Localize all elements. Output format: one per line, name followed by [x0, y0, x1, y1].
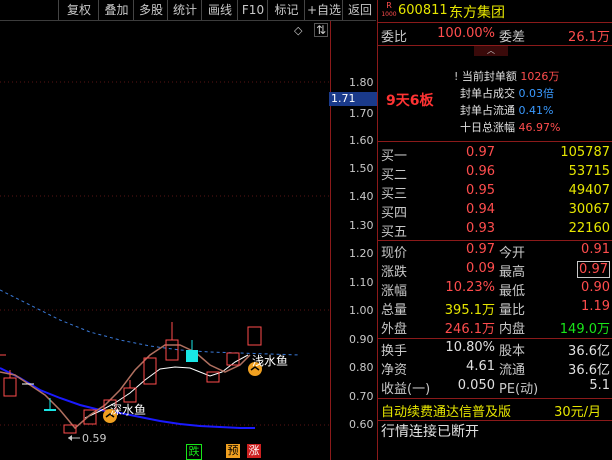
- stat-row: 涨幅 10.23% 最低 0.90: [381, 280, 610, 299]
- subscription-banner[interactable]: 自动续费通达信普及版 30元/月: [378, 401, 612, 421]
- subscription-price[interactable]: 30元/月: [554, 401, 601, 420]
- toolbar-stats-button[interactable]: 统计: [167, 0, 202, 20]
- axis-label: 1.60: [349, 134, 374, 147]
- ma-blue-line: [0, 367, 255, 429]
- axis-label: 1.10: [349, 276, 374, 289]
- toolbar-back-button[interactable]: 返回: [342, 0, 377, 20]
- stat-row: 总量 395.1万 量比 1.19: [381, 299, 610, 318]
- stat-row: 涨跌 0.09 最高 0.97: [381, 261, 610, 280]
- stat-row: 收益(一) 0.050 PE(动) 5.1: [381, 378, 610, 397]
- current-price-tag: 1.71: [329, 92, 378, 106]
- toolbar-multi-stock-button[interactable]: 多股: [133, 0, 168, 20]
- axis-label: 0.90: [349, 333, 374, 346]
- weicha-label: 委差: [499, 30, 526, 45]
- seal-amount-label: 当前封单额: [461, 70, 517, 83]
- axis-label: 1.00: [349, 304, 374, 317]
- stock-code: 600811: [398, 3, 448, 18]
- axis-label: 1.80: [349, 76, 374, 89]
- ten-day-value: 46.97%: [518, 121, 561, 134]
- bid-row: 买一 0.97 105787: [381, 145, 610, 164]
- toolbar-draw-line-button[interactable]: 画线: [201, 0, 238, 20]
- axis-label: 0.80: [349, 361, 374, 374]
- stat-row: 外盘 246.1万 内盘 149.0万: [381, 322, 610, 337]
- ten-day-label: 十日总涨幅: [460, 121, 515, 134]
- toolbar-add-watchlist-button[interactable]: +自选: [304, 0, 343, 20]
- bid-row: 买二 0.96 53715: [381, 164, 610, 183]
- bid-row: 买三 0.95 49407: [381, 183, 610, 202]
- toolbar-fuquan-button[interactable]: 复权: [58, 0, 99, 20]
- weicha-value: 26.1万: [568, 30, 610, 45]
- chart-diamond-icon[interactable]: ◇: [294, 24, 302, 37]
- stat-row: 换手 10.80% 股本 36.6亿: [381, 340, 610, 359]
- stat-row: 净资 4.61 流通 36.6亿: [381, 359, 610, 378]
- candlestick-chart[interactable]: [0, 21, 376, 460]
- connection-status: 行情连接已断开: [381, 424, 479, 440]
- axis-label: 1.20: [349, 247, 374, 260]
- r-badge: R 1000: [381, 1, 397, 18]
- fish-label-deep: 深水鱼: [110, 403, 147, 417]
- price-axis: 1.80 1.71 1.70 1.60 1.50 1.40 1.30 1.20 …: [329, 21, 378, 460]
- toolbar-overlay-button[interactable]: 叠加: [98, 0, 134, 20]
- axis-label: 0.70: [349, 390, 374, 403]
- stock-name[interactable]: 东方集团: [449, 2, 505, 22]
- chart-sort-icon[interactable]: ⇅: [314, 23, 328, 37]
- bottom-tag-zhang: 涨: [247, 444, 261, 458]
- subscription-text[interactable]: 自动续费通达信普及版: [381, 401, 511, 420]
- toolbar-mark-button[interactable]: 标记: [267, 0, 305, 20]
- axis-label: 1.40: [349, 190, 374, 203]
- fish-label-shallow: 浅水鱼: [252, 354, 289, 368]
- axis-label: 1.50: [349, 162, 374, 175]
- seal-float-label: 封单占流通: [460, 104, 515, 117]
- seal-float-value: 0.41%: [518, 104, 554, 117]
- seal-amount-value: 1026万: [520, 70, 560, 83]
- axis-label: 0.60: [349, 418, 374, 431]
- seal-trade-value: 0.03倍: [518, 87, 555, 100]
- bid-row: 买五 0.93 22160: [381, 221, 610, 240]
- bid-row: 买四 0.94 30067: [381, 202, 610, 221]
- streak-label: 9天6板: [386, 93, 434, 109]
- low-price-marker: 0.59: [82, 432, 107, 445]
- toolbar-f10-button[interactable]: F10: [237, 0, 268, 20]
- bottom-tag-yu: 预: [226, 444, 240, 458]
- quote-panel: R 1000 600811 东方集团 委比 100.00% 委差 26.1万 ︿ …: [377, 0, 612, 460]
- bottom-tag-die: 跌: [186, 444, 202, 460]
- collapse-icon[interactable]: ︿: [474, 46, 508, 56]
- stat-row: 现价 0.97 今开 0.91: [381, 242, 610, 261]
- weibi-value: 100.00%: [437, 26, 495, 41]
- chart-toolbar: 复权 叠加 多股 统计 画线 F10 标记 +自选 返回: [0, 0, 376, 21]
- axis-label: 1.70: [349, 107, 374, 120]
- axis-label: 1.30: [349, 219, 374, 232]
- seal-trade-label: 封单占成交: [460, 87, 515, 100]
- weibi-label: 委比: [381, 30, 408, 45]
